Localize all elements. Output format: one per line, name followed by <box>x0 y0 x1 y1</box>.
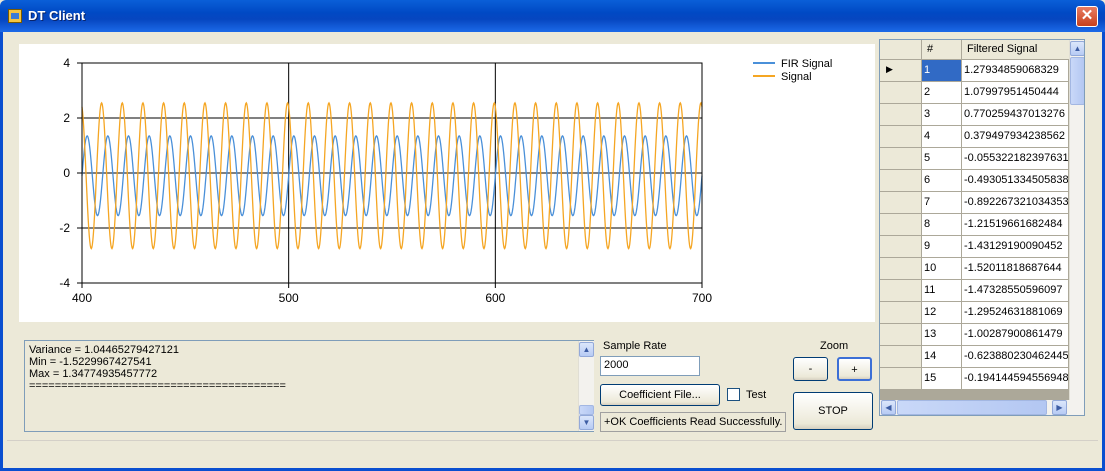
chart-legend: FIR SignalSignal <box>753 58 832 83</box>
row-header[interactable] <box>880 148 922 170</box>
row-header[interactable] <box>880 192 922 214</box>
stats-text: Variance = 1.04465279427121 Min = -1.522… <box>29 344 286 392</box>
grid-cell-filtered-signal[interactable]: 0.379497934238562 <box>962 126 1069 148</box>
grid-cell-filtered-signal[interactable]: -0.194144594556948 <box>962 368 1069 390</box>
grid-cell-filtered-signal[interactable]: 0.770259437013276 <box>962 104 1069 126</box>
row-header[interactable] <box>880 104 922 126</box>
grid-cell-filtered-signal[interactable]: -0.493051334505838 <box>962 170 1069 192</box>
grid-cell-number[interactable]: 10 <box>922 258 962 280</box>
scroll-thumb[interactable] <box>897 400 1047 415</box>
y-tick-label: 2 <box>63 111 70 125</box>
grid-cell-number[interactable]: 3 <box>922 104 962 126</box>
current-row-icon: ▶ <box>886 64 893 74</box>
coefficient-file-button[interactable]: Coefficient File... <box>600 384 720 406</box>
grid-vertical-scrollbar[interactable]: ▲ <box>1069 40 1084 401</box>
row-header[interactable] <box>880 368 922 390</box>
window-title: DT Client <box>28 8 86 23</box>
row-header[interactable] <box>880 302 922 324</box>
grid-cell-filtered-signal[interactable]: -0.623880230462445 <box>962 346 1069 368</box>
column-header-filtered-signal[interactable]: Filtered Signal <box>962 40 1070 60</box>
grid-cell-filtered-signal[interactable]: -0.055322182397631 <box>962 148 1069 170</box>
scroll-thumb[interactable] <box>579 405 594 415</box>
stats-line: Variance = 1.04465279427121 <box>29 344 179 356</box>
grid-cell-number[interactable]: 14 <box>922 346 962 368</box>
grid-cell-number[interactable]: 4 <box>922 126 962 148</box>
stats-line: Max = 1.34774935457772 <box>29 368 158 380</box>
signal-chart: 4 2 0 -2 -4400 500 600 700 FIR SignalSignal <box>19 44 875 322</box>
stats-scrollbar[interactable]: ▲ ▼ <box>578 341 594 431</box>
stats-line: ======================================== <box>29 380 286 392</box>
scroll-right-icon[interactable]: ▶ <box>1052 400 1067 415</box>
y-tick-label: 0 <box>63 166 70 180</box>
row-header[interactable] <box>880 346 922 368</box>
test-label: Test <box>746 389 767 401</box>
sample-rate-label: Sample Rate <box>603 340 667 352</box>
grid-cell-filtered-signal[interactable]: 1.07997951450444 <box>962 82 1069 104</box>
row-header[interactable] <box>880 82 922 104</box>
scroll-down-icon[interactable]: ▼ <box>579 415 594 430</box>
legend-label: FIR Signal <box>781 58 832 70</box>
grid-cell-number[interactable]: 13 <box>922 324 962 346</box>
grid-cell-number[interactable]: 9 <box>922 236 962 258</box>
grid-cell-number[interactable]: 12 <box>922 302 962 324</box>
y-tick-label: -2 <box>59 221 70 235</box>
x-tick-label: 500 <box>279 291 299 305</box>
row-header[interactable] <box>880 280 922 302</box>
scroll-up-icon[interactable]: ▲ <box>1070 41 1084 56</box>
data-grid[interactable]: # Filtered Signal ▶ 1 1.27934859068329 2 1.0… <box>879 39 1085 416</box>
close-button[interactable]: ✕ <box>1076 6 1098 27</box>
grid-cell-filtered-signal[interactable]: -1.52011818687644 <box>962 258 1069 280</box>
x-tick-label: 400 <box>72 291 92 305</box>
series-line-fir-signal <box>81 134 703 217</box>
y-tick-label: -4 <box>59 276 70 290</box>
stats-textbox[interactable]: Variance = 1.04465279427121 Min = -1.522… <box>24 340 594 432</box>
x-tick-label: 600 <box>485 291 505 305</box>
stats-line: Min = -1.5229967427541 <box>29 356 152 368</box>
zoom-out-button[interactable]: - <box>793 357 828 381</box>
scroll-up-icon[interactable]: ▲ <box>579 342 594 357</box>
grid-cell-number[interactable]: 11 <box>922 280 962 302</box>
grid-corner <box>880 40 922 60</box>
test-checkbox[interactable] <box>727 388 740 401</box>
sample-rate-input[interactable]: 2000 <box>600 356 700 376</box>
chart-series-layer <box>81 101 703 250</box>
grid-cell-filtered-signal[interactable]: -1.21519661682484 <box>962 214 1069 236</box>
scroll-left-icon[interactable]: ◀ <box>881 400 896 415</box>
grid-cell-number[interactable]: 1 <box>922 60 962 82</box>
legend-label: Signal <box>781 71 812 83</box>
status-bar <box>7 440 1098 466</box>
stop-button[interactable]: STOP <box>793 392 873 430</box>
grid-cell-filtered-signal[interactable]: -1.29524631881069 <box>962 302 1069 324</box>
scroll-thumb[interactable] <box>1070 57 1084 105</box>
grid-cell-number[interactable]: 5 <box>922 148 962 170</box>
column-header-number[interactable]: # <box>922 40 962 60</box>
grid-cell-number[interactable]: 7 <box>922 192 962 214</box>
row-header[interactable] <box>880 170 922 192</box>
grid-cell-filtered-signal[interactable]: -0.892267321034353 <box>962 192 1069 214</box>
x-tick-label: 700 <box>692 291 712 305</box>
zoom-in-button[interactable]: + <box>837 357 872 381</box>
grid-cell-number[interactable]: 8 <box>922 214 962 236</box>
grid-horizontal-scrollbar[interactable]: ◀ ▶ <box>880 400 1084 415</box>
grid-cell-number[interactable]: 2 <box>922 82 962 104</box>
title-bar[interactable] <box>0 0 1105 32</box>
row-header[interactable] <box>880 324 922 346</box>
row-header[interactable] <box>880 258 922 280</box>
grid-cell-filtered-signal[interactable]: -1.43129190090452 <box>962 236 1069 258</box>
grid-cell-number[interactable]: 6 <box>922 170 962 192</box>
row-header[interactable] <box>880 214 922 236</box>
grid-cell-filtered-signal[interactable]: -1.00287900861479 <box>962 324 1069 346</box>
zoom-label: Zoom <box>820 340 849 352</box>
app-window-icon <box>8 9 22 23</box>
status-text: +OK Coefficients Read Successfully. <box>600 412 786 432</box>
row-header[interactable] <box>880 126 922 148</box>
grid-cell-filtered-signal[interactable]: -1.47328550596097 <box>962 280 1069 302</box>
y-tick-label: 4 <box>63 56 70 70</box>
row-header[interactable] <box>880 236 922 258</box>
grid-cell-number[interactable]: 15 <box>922 368 962 390</box>
row-header[interactable]: ▶ <box>880 60 922 82</box>
grid-cell-filtered-signal[interactable]: 1.27934859068329 <box>962 60 1069 82</box>
